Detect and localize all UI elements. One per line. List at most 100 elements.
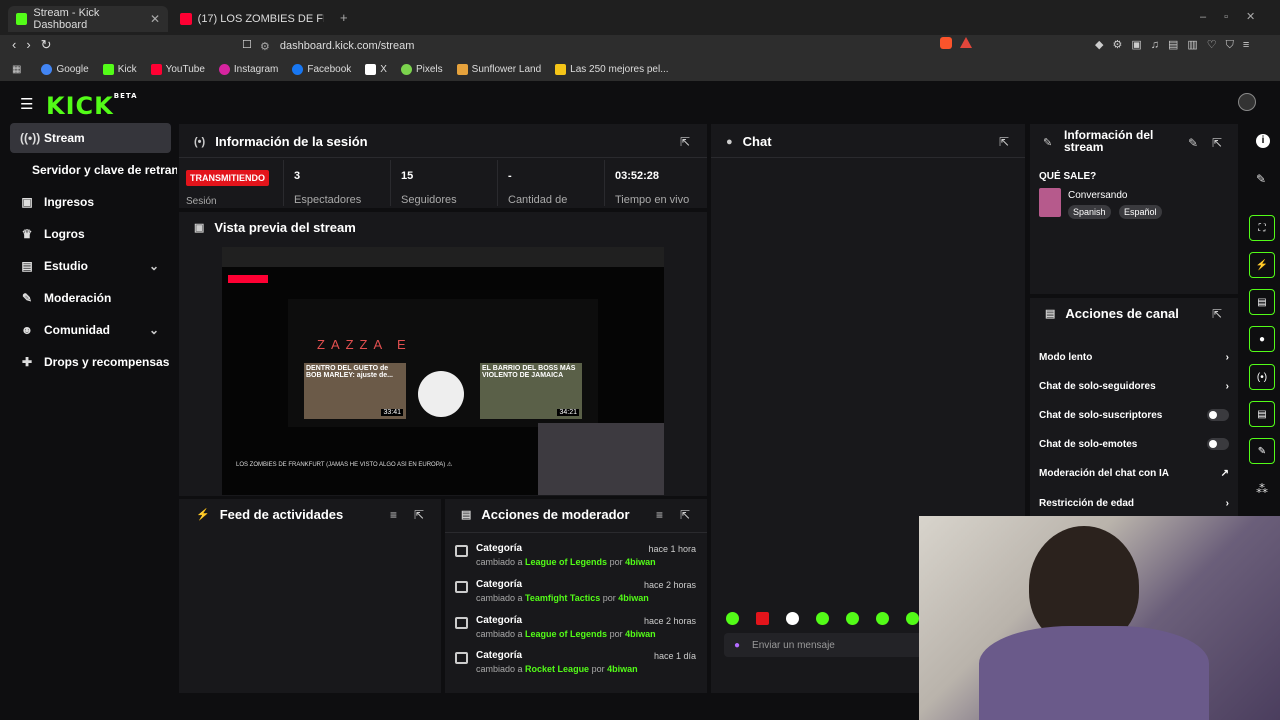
popout-icon[interactable]: ⇱ [1212, 307, 1222, 321]
rail-button-session[interactable]: (•) [1249, 364, 1275, 390]
emote-icon[interactable] [906, 612, 919, 625]
chevron-down-icon: ⌄ [148, 259, 159, 273]
broadcast-icon: (•) [194, 135, 206, 148]
action-emotes-only: Chat de solo-emotes [1039, 434, 1229, 454]
emote-icon[interactable] [846, 612, 859, 625]
action-age-restriction[interactable]: Restricción de edad › [1039, 493, 1229, 513]
bookmark-las-250[interactable]: Las 250 mejores pel... [555, 63, 669, 75]
bookmark-icon[interactable]: ☐ [242, 38, 252, 51]
category-thumbnail [1039, 188, 1061, 217]
edit-icon[interactable]: ✎ [1188, 136, 1198, 150]
sidebar-item-logros[interactable]: ♛ Logros [10, 219, 171, 249]
youtube-favicon-icon [180, 13, 192, 25]
bookmark-facebook[interactable]: Facebook [292, 63, 351, 75]
chat-panel-header: ● Chat [726, 134, 772, 149]
subscribers-only-toggle[interactable] [1207, 409, 1229, 421]
tag-chip[interactable]: Español [1119, 205, 1162, 219]
share-icon[interactable]: ⁂ [1256, 482, 1268, 496]
popout-icon[interactable]: ⇱ [680, 508, 690, 522]
preview-browser-bar [222, 247, 664, 267]
chevron-right-icon: › [1225, 497, 1229, 509]
bookmark-google[interactable]: Google [41, 63, 89, 75]
bookmark-pixels[interactable]: Pixels [400, 63, 443, 75]
apps-grid-icon[interactable]: ▦ [12, 64, 21, 75]
rail-button-stream-info[interactable]: ⛶ [1249, 215, 1275, 241]
trophy-icon: ♛ [21, 227, 33, 241]
sidebar-item-stream[interactable]: ((•)) Stream [10, 123, 171, 153]
tab-title: Stream - Kick Dashboard [33, 7, 100, 31]
sidebar-item-moderacion[interactable]: ✎ Moderación [10, 283, 171, 313]
session-panel-header: (•) Información de la sesión [194, 134, 368, 149]
hamburger-menu-icon[interactable]: ☰ [20, 95, 33, 113]
video-thumbnail-2[interactable]: EL BARRIO DEL BOSS MÁS VIOLENTO DE JAMAI… [480, 363, 582, 419]
new-tab-button[interactable]: + [340, 10, 348, 25]
bookmark-kick[interactable]: Kick [102, 63, 137, 75]
emote-icon[interactable] [816, 612, 829, 625]
sidebar-item-ingresos[interactable]: ▣ Ingresos [10, 187, 171, 217]
action-subscribers-only: Chat de solo-suscriptores [1039, 405, 1229, 425]
popout-icon[interactable]: ⇱ [680, 135, 690, 149]
popout-icon[interactable]: ⇱ [414, 508, 424, 522]
kick-logo[interactable]: KICKBETA [46, 92, 138, 120]
gift-icon: ✚ [21, 355, 33, 369]
filter-icon[interactable]: ≡ [656, 508, 663, 522]
tab-youtube-video[interactable]: (17) LOS ZOMBIES DE FRANKFURT (JA [172, 6, 332, 32]
emote-icon[interactable] [756, 612, 769, 625]
bookmark-sunflower-land[interactable]: Sunflower Land [456, 63, 541, 75]
popout-icon[interactable]: ⇱ [999, 135, 1009, 149]
sidebar-item-estudio[interactable]: ▤ Estudio ⌄ [10, 251, 171, 281]
feed-panel-header: ⚡ Feed de actividades [196, 507, 344, 522]
clipboard-icon: ▤ [461, 509, 472, 521]
brave-shield-icons[interactable] [940, 37, 980, 53]
video-thumbnail-1[interactable]: DENTRO DEL GUETO de BOB MARLEY: ajuste d… [304, 363, 406, 419]
brave-shield-icon[interactable] [940, 37, 952, 49]
sidebar-item-comunidad[interactable]: ☻ Comunidad ⌄ [10, 315, 171, 345]
stat-viewers: 3 Espectadores [283, 160, 389, 206]
tab-title: (17) LOS ZOMBIES DE FRANKFURT (JA [197, 13, 324, 25]
divider [711, 157, 1025, 158]
microphone-icon[interactable]: ● [734, 640, 740, 651]
stat-followers: 15 Seguidores [390, 160, 496, 206]
close-tab-icon[interactable]: ✕ [150, 12, 160, 26]
emotes-only-toggle[interactable] [1207, 438, 1229, 450]
chat-input[interactable]: ● Enviar un mensaje [724, 633, 924, 657]
extension-icons[interactable]: ◆⚙▣♫▤▥♡⛉≡ [1095, 38, 1258, 52]
user-avatar[interactable] [1238, 93, 1256, 111]
category-icon [455, 545, 468, 557]
popout-icon[interactable]: ⇱ [1212, 136, 1222, 150]
category-icon [455, 652, 468, 664]
emote-icon[interactable] [786, 612, 799, 625]
activity-feed-panel [179, 499, 441, 693]
sidebar-item-servidor[interactable]: Servidor y clave de retransn [10, 155, 177, 185]
emote-icon[interactable] [876, 612, 889, 625]
brave-rewards-icon[interactable] [960, 37, 972, 48]
tag-chip[interactable]: Spanish [1068, 205, 1111, 219]
nav-buttons[interactable]: ‹›↻ [12, 37, 62, 53]
emote-icon[interactable] [726, 612, 739, 625]
sidebar-item-drops[interactable]: ✚ Drops y recompensas [10, 347, 171, 377]
rail-button-channel-actions[interactable]: ▤ [1249, 401, 1275, 427]
rail-button-chat[interactable]: ● [1249, 326, 1275, 352]
mod-action-item: Categoría cambiado a Teamfight Tactics p… [455, 579, 700, 613]
rail-button-wrench[interactable]: ✎ [1249, 438, 1275, 464]
tab-kick-dashboard[interactable]: Stream - Kick Dashboard ✕ [8, 6, 168, 32]
rail-button-mod[interactable]: ▤ [1249, 289, 1275, 315]
action-ai-moderation[interactable]: Moderación del chat con IA ↗ [1039, 463, 1229, 483]
category-icon [455, 617, 468, 629]
site-info-icon[interactable]: ⚙ [260, 40, 270, 53]
bookmark-instagram[interactable]: Instagram [218, 63, 278, 75]
filter-icon[interactable]: ≡ [390, 508, 397, 522]
window-controls[interactable]: –▫✕ [1200, 10, 1273, 23]
bookmark-youtube[interactable]: YouTube [150, 63, 205, 75]
address-bar[interactable]: ⚙ dashboard.kick.com/stream [260, 37, 980, 55]
rail-button-activity[interactable]: ⚡ [1249, 252, 1275, 278]
stream-preview-video[interactable]: ZAZZA E DENTRO DEL GUETO de BOB MARLEY: … [222, 247, 664, 495]
action-followers-only[interactable]: Chat de solo-seguidores › [1039, 376, 1229, 396]
bookmark-x[interactable]: X [365, 63, 387, 75]
users-icon: ☻ [20, 323, 34, 337]
edit-icon[interactable]: ✎ [1256, 172, 1266, 186]
bookmarks-bar: ▦ Google Kick YouTube Instagram Facebook… [0, 57, 1280, 81]
mod-action-item: Categoría cambiado a League of Legends p… [455, 543, 700, 577]
action-slow-mode[interactable]: Modo lento › [1039, 347, 1229, 367]
info-icon[interactable]: i [1256, 134, 1270, 148]
